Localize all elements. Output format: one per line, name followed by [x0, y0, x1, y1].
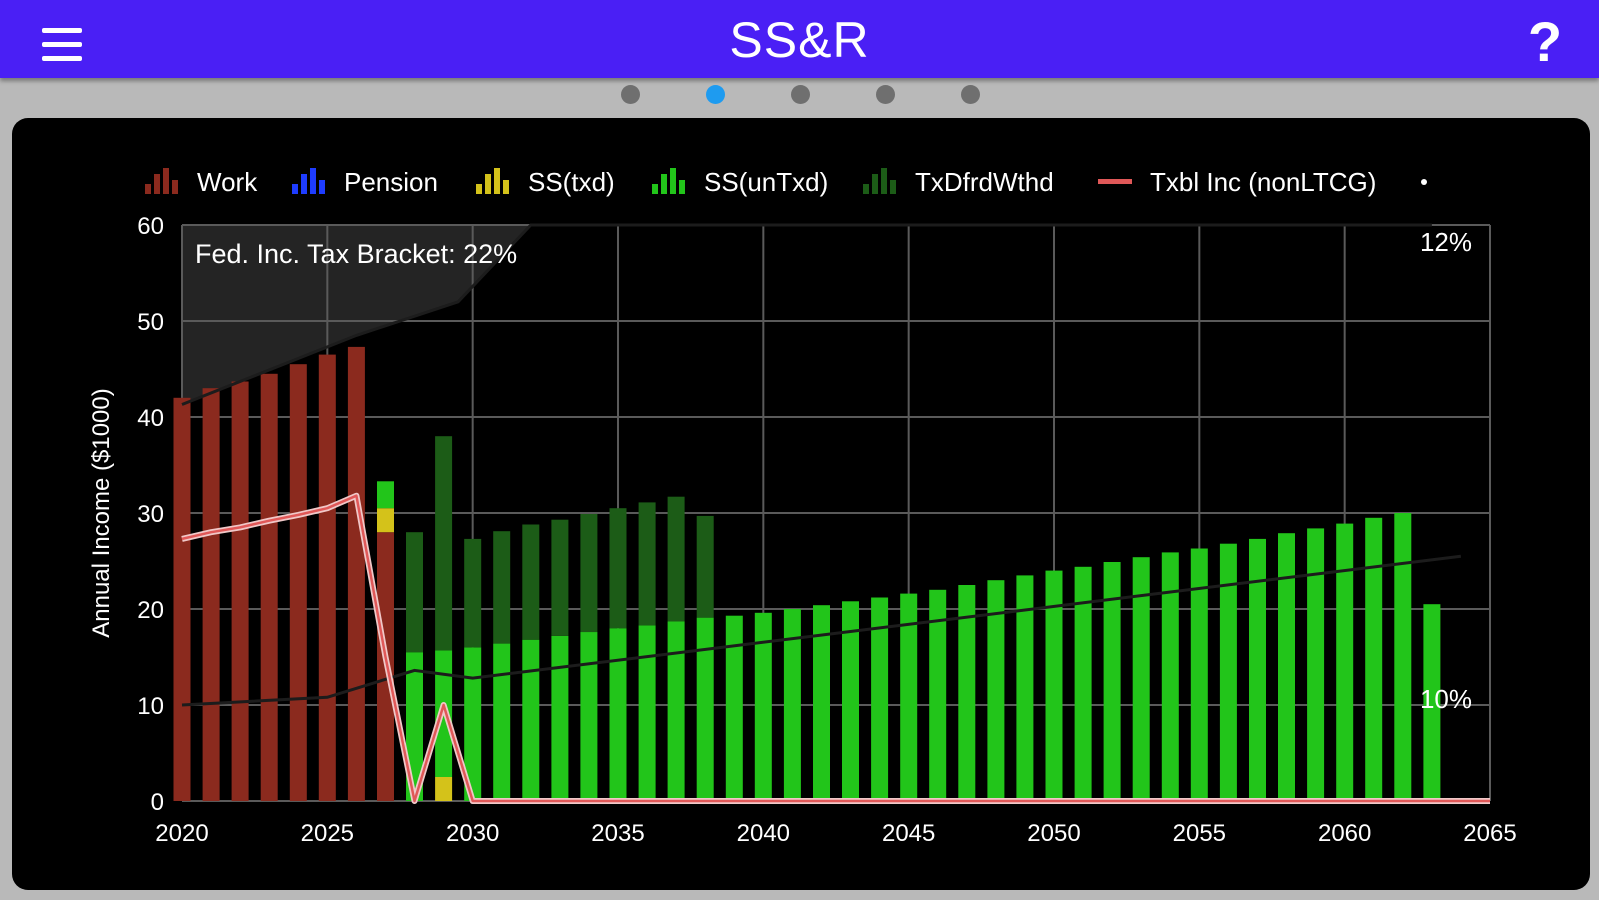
x-tick-label: 2020 [155, 820, 208, 847]
x-tick-label: 2035 [591, 820, 644, 847]
bar-ssuntxd-2039 [725, 615, 743, 801]
bar-ssuntxd-2033 [551, 635, 569, 801]
bar-ssuntxd-2032 [522, 639, 540, 801]
bar-work-2022 [231, 381, 249, 801]
legend-bars-icon [310, 168, 316, 194]
bar-work-2024 [289, 364, 307, 801]
page-dot-2[interactable] [706, 85, 725, 104]
bar-txdfrdwthd-2036 [638, 502, 656, 626]
x-tick-label: 2055 [1173, 820, 1226, 847]
bar-ssuntxd-2057 [1249, 538, 1266, 801]
bar-txdfrdwthd-2032 [522, 524, 540, 640]
bar-ssuntxd-2034 [580, 632, 598, 801]
income-chart: 01020304050602020 2025 2030 2035 2040 2045 205… [88, 167, 1517, 847]
legend-bars-icon [872, 174, 878, 194]
x-tick-label: 2060 [1318, 820, 1371, 847]
legend-dot-icon [1421, 179, 1427, 185]
bracket-label-10: 10% [1420, 684, 1472, 714]
legend-bars-icon [670, 168, 676, 194]
bar-work-2026 [347, 346, 365, 801]
x-tick-label: 2030 [446, 820, 499, 847]
bar-ssuntxd-2056 [1219, 543, 1237, 801]
legend-label-txblincnonltcg: Txbl Inc (nonLTCG) [1150, 167, 1376, 197]
legend-bars-icon [485, 174, 491, 194]
app-title: SS&R [729, 12, 870, 68]
help-icon[interactable]: ? [1523, 12, 1567, 72]
bar-ssuntxd-2036 [638, 625, 656, 801]
bar-txdfrdwthd-2031 [493, 531, 511, 644]
legend-bars-icon [319, 180, 325, 194]
legend-bars-icon [503, 180, 509, 194]
legend-bars-icon [476, 184, 482, 194]
bar-ssuntxd-2031 [493, 643, 511, 801]
legend-bars-icon [661, 174, 667, 194]
page-dot-3[interactable] [791, 85, 810, 104]
y-tick-label: 20 [137, 597, 164, 624]
y-tick-label: 0 [151, 789, 164, 816]
legend-bars-icon [301, 174, 307, 194]
legend-line-icon [1098, 179, 1132, 184]
bracket-annotation: Fed. Inc. Tax Bracket: 22% [195, 239, 517, 269]
bar-txdfrdwthd-2028 [406, 532, 423, 653]
y-tick-label: 40 [137, 405, 164, 432]
bar-ssuntxd-2058 [1278, 533, 1295, 801]
bar-ssuntxd-2035 [609, 628, 627, 801]
y-tick-label: 30 [137, 501, 164, 528]
legend-bars-icon [881, 168, 887, 194]
page-dot-5[interactable] [961, 85, 980, 104]
y-tick-label: 10 [137, 693, 164, 720]
bar-txdfrdwthd-2037 [667, 496, 685, 622]
bar-txdfrdwthd-2030 [464, 538, 482, 648]
bar-ssuntxd-2038 [696, 617, 714, 801]
bar-sstxd-2027 [377, 508, 394, 533]
bar-txdfrdwthd-2029 [435, 436, 453, 651]
bar-txdfrdwthd-2038 [696, 515, 714, 618]
chart-card: 0 10 20 30 40 50 60 2020 2025 2030 2035 2040 2045 205… [12, 118, 1590, 890]
page-dot-1[interactable] [621, 85, 640, 104]
legend-label-ssuntxd: SS(unTxd) [704, 167, 828, 197]
legend-bars-icon [292, 184, 298, 194]
y-axis-label: Annual Income ($1000) [88, 388, 115, 638]
legend-bars-icon [172, 180, 178, 194]
legend-label-work: Work [197, 167, 258, 197]
bar-ssuntxd-2062 [1394, 513, 1412, 801]
bar-ssuntxd-2060 [1336, 523, 1354, 801]
bar-ssuntxd-2027 [377, 481, 394, 509]
bracket-label-12: 12% [1420, 227, 1472, 257]
page-dot-4[interactable] [876, 85, 895, 104]
bar-work-2020 [173, 397, 191, 801]
page-indicator [0, 85, 1599, 105]
legend-label-sstxd: SS(txd) [528, 167, 615, 197]
legend-label-txdfrdwthd: TxDfrdWthd [915, 167, 1054, 197]
y-tick-label: 60 [137, 213, 164, 240]
x-tick-label: 2065 [1463, 820, 1516, 847]
x-tick-label: 2045 [882, 820, 935, 847]
legend-bars-icon [890, 180, 896, 194]
bar-txdfrdwthd-2035 [609, 508, 627, 629]
bar-txdfrdwthd-2033 [551, 519, 569, 636]
y-tick-label: 50 [137, 309, 164, 336]
bar-ssuntxd-2059 [1307, 528, 1325, 801]
legend-bars-icon [494, 168, 500, 194]
x-tick-label: 2025 [301, 820, 354, 847]
legend-bars-icon [652, 184, 658, 194]
bar-sstxd-2029 [435, 777, 453, 801]
bar-ssuntxd-2061 [1365, 517, 1383, 801]
bar-work-2021 [202, 388, 220, 801]
app-header: SS&R ? [0, 0, 1599, 78]
x-tick-label: 2040 [737, 820, 790, 847]
bar-ssuntxd-2054 [1161, 552, 1179, 801]
legend-label-pension: Pension [344, 167, 438, 197]
x-tick-label: 2050 [1027, 820, 1080, 847]
legend-bars-icon [145, 184, 151, 194]
legend-bars-icon [863, 184, 869, 194]
bar-txdfrdwthd-2034 [580, 514, 598, 633]
legend-bars-icon [154, 174, 160, 194]
bar-work-2023 [260, 373, 278, 801]
bar-work-2025 [318, 354, 336, 801]
legend-bars-icon [163, 168, 169, 194]
legend-bars-icon [679, 180, 685, 194]
bar-ssuntxd-2037 [667, 621, 685, 801]
